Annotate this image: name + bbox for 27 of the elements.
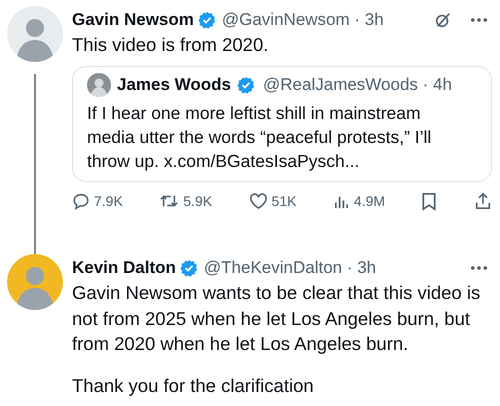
share-icon <box>474 192 492 210</box>
author-name[interactable]: Kevin Dalton <box>72 258 176 278</box>
tweet-text: Thank you for the clarification <box>72 374 315 398</box>
reply-button[interactable]: 7.9K <box>72 192 123 210</box>
quoted-text: If I hear one more leftist shill in mainstream media utter the words “peaceful protests,” I’ll throw up. x.com/BGatesIsaPysch... <box>87 102 432 172</box>
bookmark-button[interactable] <box>421 192 438 210</box>
avatar[interactable] <box>87 72 111 96</box>
quoted-tweet[interactable]: James Woods @RealJamesWoods · 4h If I hear one more leftist shill in mainstream media utter the words “peaceful protests,” I’ll throw up. x.com/BGatesIsaPysch... <box>72 66 492 182</box>
heart-icon <box>248 192 268 210</box>
speech-bubble-icon <box>72 192 90 210</box>
author-handle[interactable]: @RealJamesWoods · 4h <box>263 74 452 94</box>
share-button[interactable] <box>474 192 492 210</box>
author-name[interactable]: James Woods <box>117 74 232 94</box>
repost-button[interactable]: 5.9K <box>159 192 212 210</box>
tweet-text: Gavin Newsom wants to be clear that this video is not from 2025 when he let Los Angeles burn, but from 2020 when he let Los Angeles burn. <box>72 281 482 356</box>
bookmark-icon <box>421 192 438 210</box>
avatar[interactable] <box>7 6 63 62</box>
more-icon[interactable] <box>470 17 488 23</box>
like-button[interactable]: 51K <box>248 192 296 210</box>
author-handle[interactable]: @GavinNewsom · 3h <box>222 10 384 30</box>
views-button[interactable]: 4.9M <box>332 192 386 210</box>
more-icon[interactable] <box>470 265 488 271</box>
tweet-text: This video is from 2020. <box>72 33 270 57</box>
avatar[interactable] <box>7 254 63 310</box>
author-handle[interactable]: @TheKevinDalton · 3h <box>204 258 376 278</box>
slashed-circle-icon[interactable] <box>434 11 452 29</box>
author-name[interactable]: Gavin Newsom <box>72 10 194 30</box>
